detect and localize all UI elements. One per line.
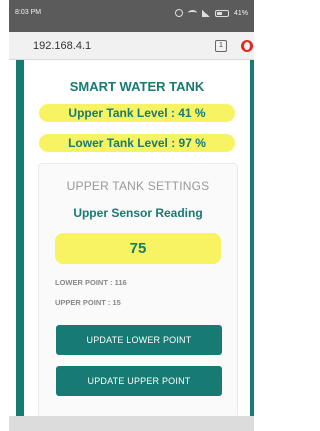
bottom-shade	[9, 416, 254, 431]
wifi-icon	[187, 10, 197, 16]
status-bar: 8:03 PM 41%	[9, 0, 254, 32]
update-lower-point-button[interactable]: UPDATE LOWER POINT	[56, 325, 222, 355]
settings-heading: UPPER TANK SETTINGS	[66, 179, 210, 193]
alarm-icon	[174, 9, 183, 17]
update-upper-point-button[interactable]: UPDATE UPPER POINT	[56, 366, 222, 396]
sensor-reading-label: Upper Sensor Reading	[73, 206, 203, 220]
signal-icon	[201, 9, 210, 17]
tab-switcher-button[interactable]: 1	[215, 40, 227, 52]
url-text[interactable]: 192.168.4.1	[33, 40, 91, 52]
page-title: SMART WATER TANK	[69, 79, 205, 94]
right-accent-rail	[250, 60, 254, 431]
status-time: 8:03 PM	[15, 9, 42, 16]
address-bar[interactable]: 192.168.4.1 1	[9, 32, 254, 60]
upper-point-text: UPPER POINT : 15	[55, 298, 121, 307]
battery-percent: 41%	[233, 9, 248, 17]
sensor-reading-value: 75	[55, 233, 221, 264]
phone-screen: 8:03 PM 41% 192.168.4.1 1 SMART WATER TA…	[0, 0, 254, 431]
upper-tank-level-badge: Upper Tank Level : 41 %	[39, 104, 235, 122]
lower-point-text: LOWER POINT : 116	[55, 278, 127, 287]
left-accent-rail	[16, 60, 24, 431]
opera-icon[interactable]	[241, 40, 253, 52]
status-icons: 41%	[174, 9, 248, 17]
lower-tank-level-badge: Lower Tank Level : 97 %	[39, 134, 235, 152]
battery-icon	[214, 9, 229, 17]
